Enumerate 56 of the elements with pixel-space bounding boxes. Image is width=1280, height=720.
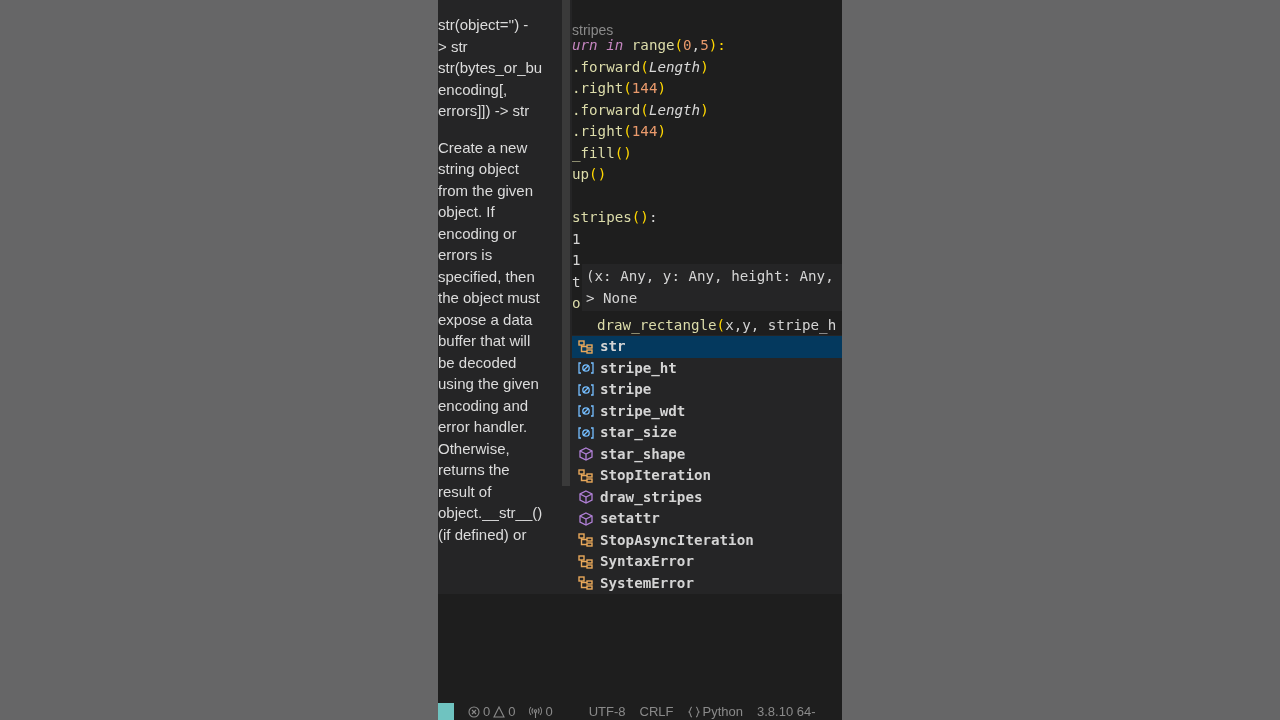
code-line: t bbox=[572, 272, 581, 292]
code-line: draw_rectangle(x,y, stripe_h bbox=[597, 315, 837, 336]
broadcast-icon bbox=[529, 705, 543, 718]
code-line: 1 bbox=[572, 251, 581, 270]
code-line: urn in range(0,5): bbox=[572, 37, 726, 55]
variable-icon bbox=[578, 361, 594, 376]
code-line: o bbox=[572, 294, 581, 313]
remote-indicator[interactable] bbox=[438, 703, 454, 720]
encoding-status[interactable]: UTF-8 bbox=[588, 704, 626, 719]
code-line: .right(144) bbox=[572, 122, 666, 141]
suggestion-item[interactable]: setattr bbox=[572, 508, 842, 530]
suggestion-item[interactable]: SyntaxError bbox=[572, 551, 842, 573]
signature-tooltip: (x: Any, y: Any, height: Any, > None bbox=[582, 264, 842, 311]
suggestion-item[interactable]: StopIteration bbox=[572, 465, 842, 487]
suggestion-item[interactable]: StopAsyncIteration bbox=[572, 529, 842, 551]
warning-icon bbox=[493, 705, 506, 718]
error-icon bbox=[468, 705, 480, 718]
signature-text: encoding[, bbox=[438, 79, 509, 100]
class-icon bbox=[578, 533, 594, 548]
signature-text: str(object='') - bbox=[438, 15, 530, 35]
cube-icon bbox=[578, 511, 594, 526]
class-icon bbox=[578, 576, 594, 591]
line-ending-status[interactable]: CRLF bbox=[639, 704, 674, 719]
suggestion-item[interactable]: stripe_ht bbox=[572, 357, 842, 379]
suggestion-item[interactable]: stripe bbox=[572, 379, 842, 401]
code-line: stripes(): bbox=[572, 208, 658, 227]
signature-text: errors]]) -> str bbox=[438, 101, 531, 121]
cube-icon bbox=[578, 490, 594, 505]
code-line: up() bbox=[572, 165, 607, 184]
suggestion-item[interactable]: SystemError bbox=[572, 572, 842, 594]
code-line: 1 bbox=[572, 229, 581, 249]
suggestion-item[interactable]: star_size bbox=[572, 422, 842, 444]
variable-icon bbox=[578, 382, 594, 397]
breadcrumb[interactable]: stripes bbox=[572, 20, 842, 40]
class-icon bbox=[578, 468, 594, 483]
signature-text: str(bytes_or_bu bbox=[438, 58, 544, 78]
interpreter-status[interactable]: 3.8.10 64- bbox=[757, 704, 816, 719]
documentation-text: Create a new string object from the given object. If encoding or errors is specified, then the object must expose a data buffer that will be decoded using the given encoding and error handler. Otherwise, returns the result of object.__str__() (if defined) or bbox=[438, 137, 544, 545]
cube-icon bbox=[578, 447, 594, 462]
variable-icon bbox=[578, 425, 594, 440]
code-line: .right(144) bbox=[572, 79, 666, 98]
signature-text: > str bbox=[438, 36, 469, 57]
braces-icon bbox=[687, 705, 700, 718]
code-line: .forward(Length) bbox=[572, 100, 709, 120]
suggestion-item[interactable]: star_shape bbox=[572, 443, 842, 465]
class-icon bbox=[578, 554, 594, 569]
suggestion-item[interactable]: stripe_wdt bbox=[572, 400, 842, 422]
language-status[interactable]: Python bbox=[687, 704, 743, 719]
variable-icon bbox=[578, 404, 594, 419]
code-line: .forward(Length) bbox=[572, 57, 709, 77]
ports-status[interactable]: 0 bbox=[529, 704, 553, 719]
suggestion-item[interactable]: str bbox=[572, 336, 842, 358]
problems-status[interactable]: 0 0 bbox=[468, 704, 516, 719]
suggestion-item[interactable]: draw_stripes bbox=[572, 486, 842, 508]
class-icon bbox=[578, 339, 594, 354]
code-line: _fill() bbox=[572, 143, 632, 164]
